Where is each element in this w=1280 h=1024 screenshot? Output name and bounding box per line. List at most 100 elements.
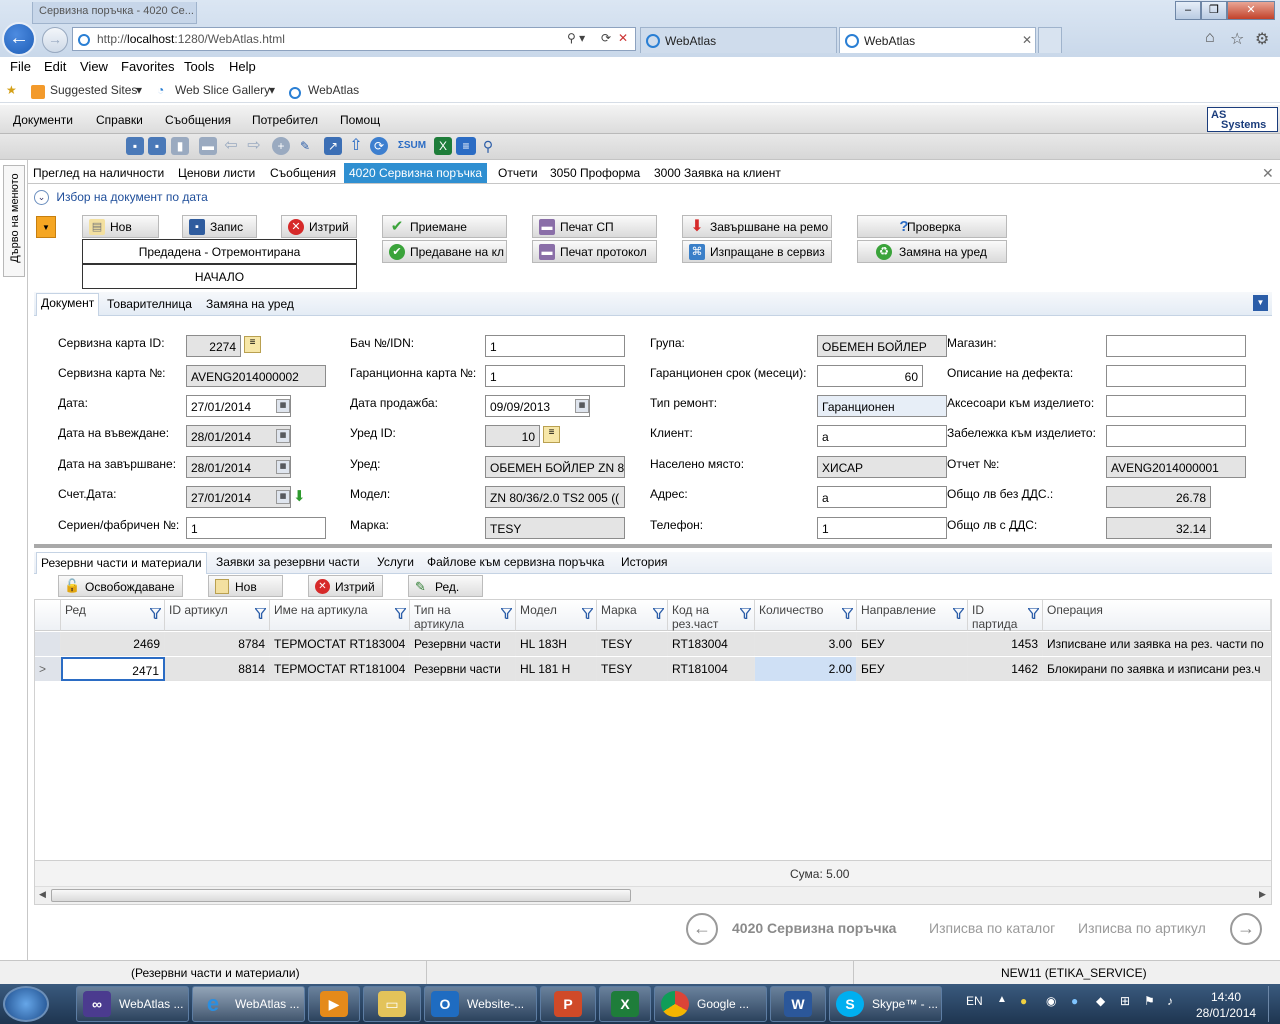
save-button[interactable]: ▪ Запис (182, 215, 257, 238)
list-icon[interactable]: ≡ (456, 137, 476, 155)
column-header[interactable]: Операция (1043, 600, 1271, 631)
pencil-icon[interactable]: ✎ (296, 137, 314, 155)
browser-tab[interactable]: WebAtlas (640, 27, 837, 53)
tray-security-icon[interactable]: ◆ (1096, 994, 1105, 1008)
menu-view[interactable]: View (80, 59, 108, 74)
back-icon[interactable]: ← (2, 22, 36, 56)
note-field[interactable] (1106, 425, 1246, 447)
nav-prev-icon[interactable]: ← (686, 913, 718, 945)
nav-by-article[interactable]: Изписва по артикул (1078, 920, 1206, 936)
app-menu-documents[interactable]: Документи (13, 113, 73, 127)
date-selector-panel[interactable]: ⌄ Избор на документ по дата (34, 190, 1272, 212)
table-row[interactable]: 2469 8784 ТЕРМОСТАТ RT183004 Резервни ча… (35, 632, 1271, 656)
app-menu-user[interactable]: Потребител (252, 113, 318, 127)
table-cell-focused[interactable]: 2471 (61, 657, 165, 681)
print-sp-button[interactable]: ▬ Печат СП (532, 215, 657, 238)
filter-icon[interactable] (953, 608, 964, 619)
minimize-button[interactable]: – (1175, 1, 1201, 20)
delete-button[interactable]: ✕ Изтрий (281, 215, 357, 238)
new-button[interactable]: ▤ Нов (82, 215, 159, 238)
calendar-icon[interactable]: ▦ (575, 399, 589, 413)
column-header[interactable]: Ред (61, 600, 165, 631)
warranty-card-field[interactable]: 1 (485, 365, 625, 387)
arrow-right-icon[interactable]: ⇨ (245, 137, 263, 155)
column-header[interactable]: ID партида (968, 600, 1043, 631)
excel-icon[interactable]: X (434, 137, 452, 155)
table-cell[interactable]: 8814 (165, 657, 270, 681)
start-button[interactable] (3, 986, 49, 1022)
filter-icon[interactable] (501, 608, 512, 619)
column-header[interactable]: Тип на артикула (410, 600, 516, 631)
taskbar-item[interactable]: ▶ (308, 986, 360, 1022)
calendar-icon[interactable]: ▦ (276, 429, 290, 443)
nav-by-catalog[interactable]: Изписва по каталог (929, 920, 1055, 936)
filter-icon[interactable] (1028, 608, 1039, 619)
calendar-icon[interactable]: ▦ (276, 490, 290, 504)
grid-new-button[interactable]: Нов (208, 575, 283, 597)
chevron-down-icon[interactable]: ⌄ (34, 190, 49, 206)
forward-icon[interactable]: → (42, 27, 68, 53)
tab-spare-parts[interactable]: Резервни части и материали (36, 552, 207, 574)
table-cell[interactable]: HL 181 H (516, 657, 597, 681)
home-icon[interactable]: ⌂ (1205, 29, 1215, 47)
tab-waybill[interactable]: Товарителница (103, 295, 196, 313)
check-button[interactable]: ? Проверка (857, 215, 1007, 238)
scroll-left-icon[interactable]: ◀ (39, 889, 46, 900)
table-cell[interactable]: Резервни части (410, 657, 516, 681)
table-cell[interactable]: Резервни части (410, 632, 516, 656)
close-window-button[interactable]: ✕ (1227, 1, 1275, 20)
calendar-icon[interactable]: ▦ (276, 399, 290, 413)
arrow-up-icon[interactable]: ⇧ (347, 137, 365, 155)
menu-help[interactable]: Help (229, 59, 256, 74)
tray-app-icon[interactable]: ◉ (1046, 994, 1056, 1008)
finish-repair-button[interactable]: ⬇ Завършване на ремо (682, 215, 832, 238)
menu-file[interactable]: File (10, 59, 31, 74)
address-field[interactable]: а (817, 486, 947, 508)
table-cell[interactable]: 1453 (968, 632, 1043, 656)
tab-stock-overview[interactable]: Преглед на наличности (28, 163, 169, 183)
column-header[interactable]: Име на артикула (270, 600, 410, 631)
accessories-field[interactable] (1106, 395, 1246, 417)
grid-delete-button[interactable]: ✕ Изтрий (308, 575, 383, 597)
print-protocol-button[interactable]: ▬ Печат протокол (532, 240, 657, 263)
form-options-dropdown[interactable]: ▼ (1253, 295, 1268, 311)
tab-device-replacement[interactable]: Замяна на уред (202, 295, 298, 313)
table-cell[interactable]: 2469 (61, 632, 165, 656)
dropdown-icon[interactable]: ▾ (136, 83, 142, 97)
splitter[interactable] (34, 544, 1272, 548)
clock-time[interactable]: 14:40 (1211, 990, 1241, 1004)
suggested-sites-link[interactable]: Suggested Sites (50, 83, 137, 97)
webatlas-fav-link[interactable]: WebAtlas (308, 83, 359, 97)
table-cell[interactable]: БЕУ (857, 657, 968, 681)
tab-price-lists[interactable]: Ценови листи (173, 163, 260, 183)
table-cell[interactable]: 1462 (968, 657, 1043, 681)
app-menu-reports[interactable]: Справки (96, 113, 143, 127)
tab-services[interactable]: Услуги (377, 555, 414, 569)
menu-tree-toggle[interactable]: Дърво на менюто (3, 165, 25, 277)
row-marker[interactable]: > (35, 657, 61, 681)
taskbar-item[interactable]: W (770, 986, 826, 1022)
tab-part-requests[interactable]: Заявки за резервни части (216, 555, 360, 569)
calendar-icon[interactable]: ▦ (276, 460, 290, 474)
table-cell[interactable]: TESY (597, 657, 668, 681)
filter-icon[interactable] (255, 608, 266, 619)
tab-client-request[interactable]: 3000 Заявка на клиент (649, 163, 786, 183)
tab-proforma[interactable]: 3050 Проформа (545, 163, 645, 183)
web-slice-link[interactable]: Web Slice Gallery (175, 83, 270, 97)
refresh-icon[interactable]: ⟳ (601, 31, 611, 45)
table-cell[interactable]: БЕУ (857, 632, 968, 656)
table-cell[interactable]: TESY (597, 632, 668, 656)
notification-icon[interactable]: ● (1020, 994, 1027, 1008)
close-tab-icon[interactable]: ✕ (1022, 33, 1032, 47)
filter-icon[interactable] (582, 608, 593, 619)
table-cell[interactable]: Блокирани по заявка и изписани рез.ч (1043, 657, 1271, 681)
send-service-button[interactable]: ⌘ Изпращане в сервиз (682, 240, 832, 263)
table-cell[interactable]: RT183004 (668, 632, 755, 656)
new-tab-button[interactable] (1038, 27, 1062, 53)
table-cell[interactable]: ТЕРМОСТАТ RT181004 (270, 657, 410, 681)
tab-service-order[interactable]: 4020 Сервизна поръчка (344, 163, 488, 183)
column-header[interactable]: Модел (516, 600, 597, 631)
menu-favorites[interactable]: Favorites (121, 59, 174, 74)
phone-field[interactable]: 1 (817, 517, 947, 539)
app-menu-help[interactable]: Помощ (340, 113, 380, 127)
